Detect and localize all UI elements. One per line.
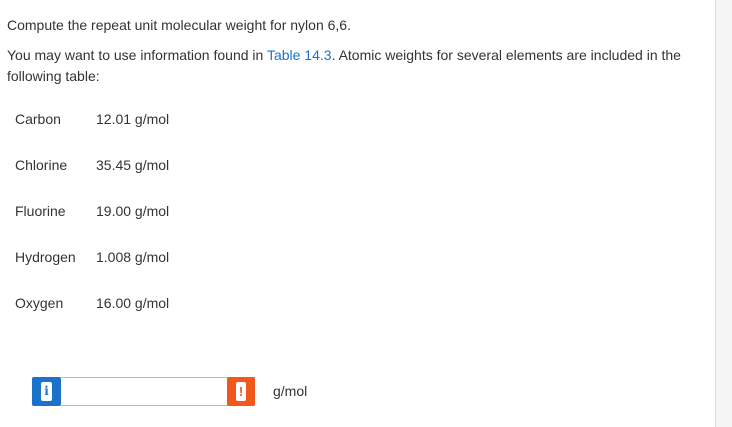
- table-link[interactable]: Table 14.3: [267, 47, 332, 63]
- element-name: Chlorine: [15, 157, 68, 173]
- element-name: Oxygen: [15, 295, 64, 311]
- element-weight: 1.008 g/mol: [96, 249, 170, 265]
- element-name: Fluorine: [15, 203, 66, 219]
- question-text: Compute the repeat unit molecular weight…: [7, 17, 351, 33]
- page-edge: [715, 0, 732, 427]
- element-weight: 12.01 g/mol: [96, 111, 170, 127]
- unit-label: g/mol: [273, 383, 308, 399]
- element-weight: 16.00 g/mol: [96, 295, 170, 311]
- table-row: Hydrogen 1.008 g/mol: [15, 234, 169, 280]
- exclamation-icon: !: [236, 382, 246, 401]
- info-icon: i: [41, 382, 52, 401]
- info-text-before: You may want to use information found in: [7, 47, 267, 63]
- element-weight: 35.45 g/mol: [96, 157, 170, 173]
- element-weight: 19.00 g/mol: [96, 203, 170, 219]
- table-row: Oxygen 16.00 g/mol: [15, 280, 169, 326]
- warning-button[interactable]: !: [227, 377, 255, 406]
- info-button[interactable]: i: [32, 377, 61, 406]
- answer-input[interactable]: [61, 377, 255, 406]
- table-row: Carbon 12.01 g/mol: [15, 96, 169, 142]
- element-name: Hydrogen: [15, 249, 76, 265]
- element-name: Carbon: [15, 111, 61, 127]
- table-row: Fluorine 19.00 g/mol: [15, 188, 169, 234]
- table-row: Chlorine 35.45 g/mol: [15, 142, 169, 188]
- info-paragraph: You may want to use information found in…: [7, 45, 707, 87]
- atomic-weights-table: Carbon 12.01 g/mol Chlorine 35.45 g/mol …: [15, 96, 169, 326]
